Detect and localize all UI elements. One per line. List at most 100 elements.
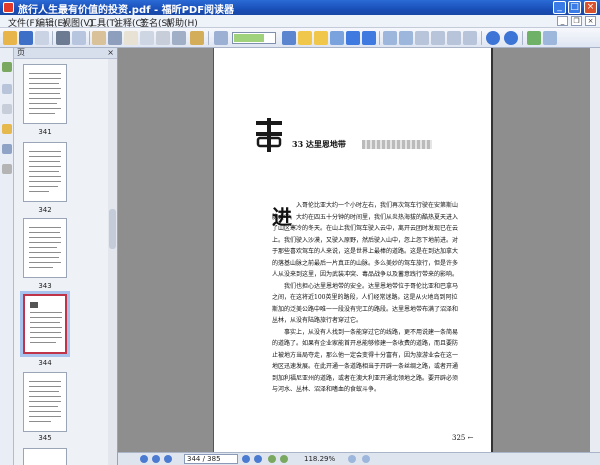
- zoom-in-status-icon[interactable]: [362, 455, 370, 463]
- page-number-input[interactable]: 344 / 385: [184, 454, 238, 464]
- thumb-text-line: [29, 396, 61, 397]
- doc-restore-icon[interactable]: ❐: [571, 16, 582, 26]
- thumb-text-line: [29, 416, 61, 417]
- highlight-icon[interactable]: [314, 31, 328, 45]
- bookmarks-panel-icon[interactable]: [2, 84, 12, 94]
- thumbnail-page-343[interactable]: [23, 218, 67, 278]
- thumb-text-line: [29, 262, 61, 263]
- zoom-level-indicator[interactable]: 118.29%: [304, 454, 344, 464]
- close-button[interactable]: ×: [584, 1, 597, 14]
- print-icon[interactable]: [56, 31, 70, 45]
- zoom-dropdown-icon[interactable]: [282, 31, 296, 45]
- thumbnail-page-341[interactable]: [23, 64, 67, 124]
- thumb-text-line: [29, 267, 53, 268]
- actual-size-icon[interactable]: [415, 31, 429, 45]
- thumb-text-line: [29, 227, 61, 228]
- zoom-slider[interactable]: [232, 32, 276, 44]
- navigation-panel-tabs: [0, 48, 14, 465]
- previous-page-icon[interactable]: [486, 31, 500, 45]
- thumbnail-page-342[interactable]: [23, 142, 67, 202]
- snapshot-icon[interactable]: [124, 31, 138, 45]
- email-icon[interactable]: [35, 31, 49, 45]
- toolbar-separator: [379, 31, 380, 45]
- bookmark-icon[interactable]: [298, 31, 312, 45]
- thumbnail-page-346[interactable]: [23, 448, 67, 465]
- zoom-out-status-icon[interactable]: [348, 455, 356, 463]
- thumb-text-line: [29, 151, 61, 152]
- thumb-chapter-mark: [30, 302, 38, 308]
- typewriter-icon[interactable]: [140, 31, 154, 45]
- thumb-text-line: [29, 156, 61, 157]
- open-folder-icon[interactable]: [3, 31, 17, 45]
- maximize-button[interactable]: □: [568, 1, 581, 14]
- layers-panel-icon[interactable]: [2, 104, 12, 114]
- thumbnails-header-label: 页: [17, 48, 25, 57]
- thumb-text-line: [30, 322, 60, 323]
- go-back-status-icon[interactable]: [268, 455, 276, 463]
- pencil-icon[interactable]: [190, 31, 204, 45]
- go-forward-status-icon[interactable]: [280, 455, 288, 463]
- toolbar-separator: [89, 31, 90, 45]
- thumb-text-line: [29, 88, 61, 89]
- menu-bar: 文件(F) 编辑(E) 视图(V) 工具(T) 注释(C) 签名(S) 帮助(H…: [0, 15, 600, 29]
- window-title: 旅行人生最有价值的投资.pdf - 福昕PDF阅读器: [18, 5, 235, 16]
- thumbnail-page-345[interactable]: [23, 372, 67, 432]
- doc-close-icon[interactable]: ×: [585, 16, 596, 26]
- minimize-button[interactable]: _: [553, 1, 566, 14]
- save-icon[interactable]: [19, 31, 33, 45]
- thumb-text-line: [29, 247, 57, 248]
- thumbnail-page-344-selected[interactable]: [23, 294, 67, 354]
- play-icon[interactable]: [164, 455, 172, 463]
- rotate-icon[interactable]: [463, 31, 477, 45]
- fit-page-icon[interactable]: [431, 31, 445, 45]
- find-icon[interactable]: [72, 31, 86, 45]
- thumb-text-line: [29, 381, 61, 382]
- page-number: 325 ←: [452, 434, 474, 442]
- select-text-icon[interactable]: [108, 31, 122, 45]
- dropdown-icon[interactable]: [172, 31, 186, 45]
- find-in-document-icon[interactable]: [214, 31, 228, 45]
- previous-view-icon[interactable]: [346, 31, 360, 45]
- zoom-slider-fill: [234, 34, 264, 42]
- last-page-icon[interactable]: [254, 455, 262, 463]
- document-view[interactable]: 33 达里恩地带 进 入哥伦比亚大约一个小时左右，我们再次驾车行驶在安第斯山脉之…: [118, 48, 600, 452]
- hand-tool-icon[interactable]: [92, 31, 106, 45]
- thumbnails-close-icon[interactable]: ×: [107, 48, 114, 58]
- thumb-text-line: [30, 332, 61, 333]
- stamp-icon[interactable]: [156, 31, 170, 45]
- thumb-text-line: [29, 401, 61, 402]
- thumb-text-line: [29, 421, 51, 422]
- signatures-panel-icon[interactable]: [2, 164, 12, 174]
- comments-panel-icon[interactable]: [2, 124, 12, 134]
- thumb-text-line: [30, 337, 62, 338]
- next-view-icon[interactable]: [362, 31, 376, 45]
- document-scrollbar[interactable]: [590, 48, 600, 452]
- zoom-out-icon[interactable]: [383, 31, 397, 45]
- fit-width-icon[interactable]: [447, 31, 461, 45]
- zoom-in-icon[interactable]: [399, 31, 413, 45]
- go-back-icon[interactable]: [330, 31, 344, 45]
- toolbar-separator: [52, 31, 53, 45]
- thumb-text-line: [29, 176, 61, 177]
- thumbnails-scrollbar[interactable]: [108, 59, 117, 465]
- single-page-icon[interactable]: [527, 31, 541, 45]
- next-page-status-icon[interactable]: [242, 455, 250, 463]
- attachments-panel-icon[interactable]: [2, 144, 12, 154]
- thumbnails-scroll-thumb[interactable]: [109, 209, 116, 249]
- foxit-app-icon[interactable]: [3, 2, 14, 13]
- thumb-text-line: [29, 242, 61, 243]
- doc-minimize-icon[interactable]: _: [557, 16, 568, 26]
- pages-panel-icon[interactable]: [2, 62, 12, 72]
- thumb-text-line: [29, 93, 60, 94]
- thumb-text-line: [29, 78, 61, 79]
- thumbnail-label-341: 341: [38, 128, 52, 136]
- next-page-icon[interactable]: [504, 31, 518, 45]
- thumb-text-line: [29, 232, 60, 233]
- thumb-text-line: [29, 108, 61, 109]
- thumbnail-label-344: 344: [38, 359, 52, 367]
- chapter-heading-ornament: [256, 118, 282, 152]
- first-page-icon[interactable]: [140, 455, 148, 463]
- previous-page-status-icon[interactable]: [152, 455, 160, 463]
- two-page-icon[interactable]: [543, 31, 557, 45]
- thumb-text-line: [29, 161, 60, 162]
